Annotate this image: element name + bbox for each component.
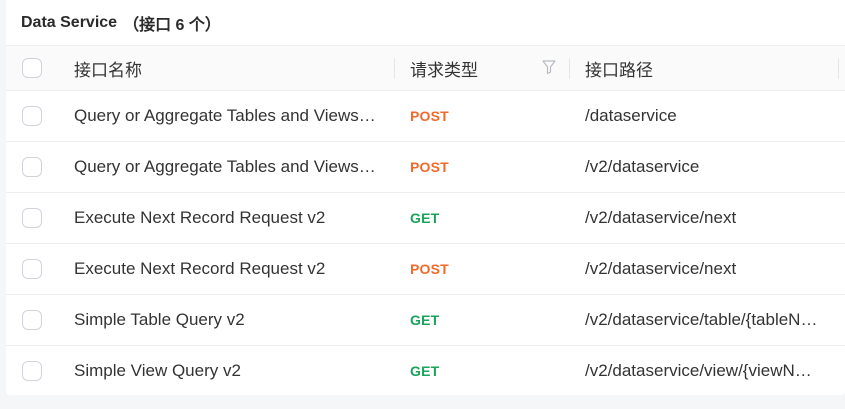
api-method-badge: POST [410,261,449,277]
api-name[interactable]: Execute Next Record Request v2 [74,208,325,228]
api-path-cell: /v2/dataservice/view/{viewName} [585,346,845,395]
row-checkbox-cell [22,142,42,192]
api-method-cell: GET [410,295,570,345]
table-row[interactable]: Query or Aggregate Tables and Views V1 P… [6,91,845,142]
api-name[interactable]: Query or Aggregate Tables and Views V1 [74,106,380,126]
api-name-cell: Query or Aggregate Tables and Views V1 [74,91,394,141]
row-checkbox-cell [22,91,42,141]
api-path: /v2/dataservice/next [585,208,737,227]
column-header-name: 接口名称 [74,46,394,90]
api-name-cell: Query or Aggregate Tables and Views V2 [74,142,394,192]
api-path-cell: /v2/dataservice/next [585,193,845,243]
table-row[interactable]: Query or Aggregate Tables and Views V2 P… [6,142,845,193]
row-checkbox[interactable] [22,106,42,126]
api-path-cell: /v2/dataservice/table/{tableName} [585,295,845,345]
filter-icon[interactable] [542,59,556,75]
row-checkbox[interactable] [22,259,42,279]
row-checkbox-cell [22,346,42,395]
api-method-cell: POST [410,142,570,192]
table-row[interactable]: Simple Table Query v2 GET /v2/dataservic… [6,295,845,346]
api-name-cell: Execute Next Record Request v2 [74,193,394,243]
table-row[interactable]: Simple View Query v2 GET /v2/dataservice… [6,346,845,395]
row-checkbox-cell [22,244,42,294]
api-list-panel: Data Service （接口 6 个） 接口名称 请求类型 接口路径 Que… [6,0,845,395]
panel-header: Data Service （接口 6 个） [6,0,845,46]
api-path: /v2/dataservice [585,157,700,176]
table-header-row: 接口名称 请求类型 接口路径 [6,46,845,91]
row-checkbox-cell [22,193,42,243]
api-name[interactable]: Query or Aggregate Tables and Views V2 [74,157,380,177]
api-table: 接口名称 请求类型 接口路径 Query or Aggregate Tables… [6,46,845,395]
page-title: Data Service [21,13,118,31]
column-divider[interactable] [838,58,839,79]
api-name[interactable]: Simple View Query v2 [74,361,241,381]
column-divider[interactable] [569,58,570,79]
column-header-path-label: 接口路径 [585,60,653,80]
api-count: （接口 6 个） [123,16,221,34]
api-path: /v2/dataservice/table/{tableName} [585,310,819,329]
row-checkbox[interactable] [22,208,42,228]
table-row[interactable]: Execute Next Record Request v2 GET /v2/d… [6,193,845,244]
api-method-badge: POST [410,108,449,124]
row-checkbox[interactable] [22,361,42,381]
api-path: /v2/dataservice/next [585,259,737,278]
column-divider[interactable] [394,58,395,79]
column-header-name-label: 接口名称 [74,60,142,80]
api-path-cell: /v2/dataservice/next [585,244,845,294]
api-method-badge: GET [410,312,440,328]
api-name[interactable]: Simple Table Query v2 [74,310,245,330]
api-method-cell: POST [410,91,570,141]
row-checkbox[interactable] [22,310,42,330]
table-body: Query or Aggregate Tables and Views V1 P… [6,91,845,395]
api-name[interactable]: Execute Next Record Request v2 [74,259,325,279]
api-name-cell: Execute Next Record Request v2 [74,244,394,294]
api-path: /v2/dataservice/view/{viewName} [585,361,819,380]
row-checkbox-cell [22,295,42,345]
select-all-checkbox[interactable] [22,58,42,78]
api-method-cell: GET [410,346,570,395]
api-path-cell: /dataservice [585,91,845,141]
table-row[interactable]: Execute Next Record Request v2 POST /v2/… [6,244,845,295]
api-path: /dataservice [585,106,677,125]
api-method-cell: GET [410,193,570,243]
api-path-cell: /v2/dataservice [585,142,845,192]
column-header-path: 接口路径 [585,46,845,90]
row-checkbox[interactable] [22,157,42,177]
api-method-badge: POST [410,159,449,175]
api-method-badge: GET [410,210,440,226]
api-method-badge: GET [410,363,440,379]
column-header-method-label: 请求类型 [410,60,478,80]
api-method-cell: POST [410,244,570,294]
api-name-cell: Simple View Query v2 [74,346,394,395]
header-checkbox-cell [22,46,42,90]
api-name-cell: Simple Table Query v2 [74,295,394,345]
